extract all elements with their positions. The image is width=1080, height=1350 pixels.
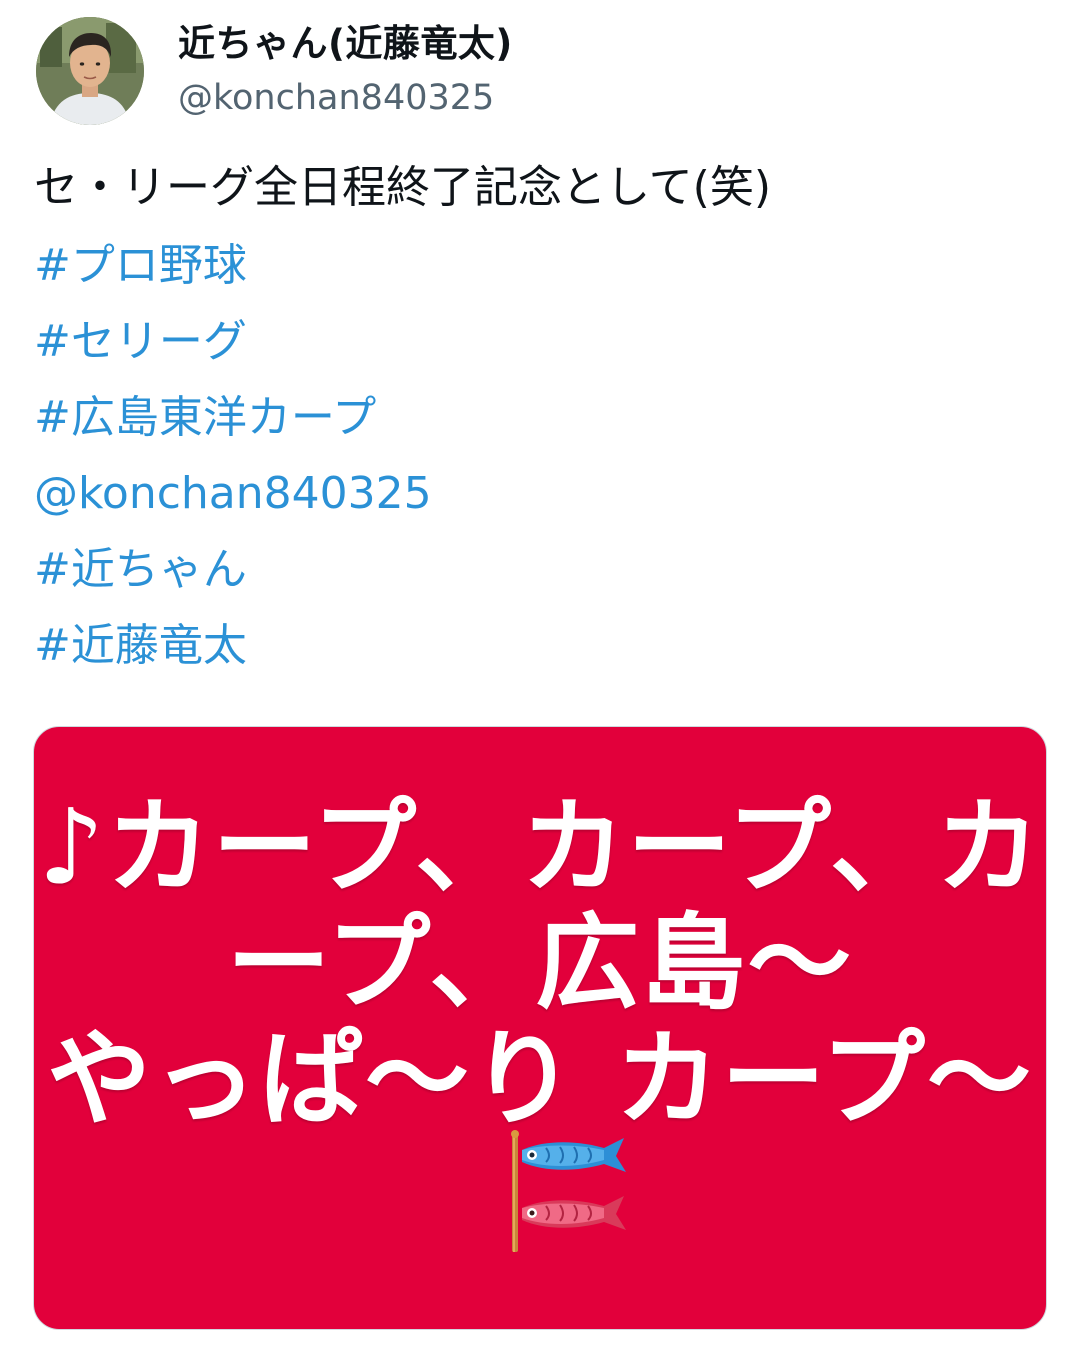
user-handle[interactable]: @konchan840325 — [178, 74, 513, 122]
media-text-line: ♪カープ、カープ、カ — [38, 786, 1042, 908]
display-name[interactable]: 近ちゃん(近藤竜太) — [178, 20, 513, 68]
hashtag-link[interactable]: #近藤竜太 — [34, 608, 1044, 684]
tweet-header: 近ちゃん(近藤竜太) @konchan840325 — [36, 16, 513, 126]
media-text-block: ♪カープ、カープ、カ ープ、広島〜 やっぱ〜り カープ〜 — [34, 789, 1046, 1137]
carp-streamer-icon — [504, 1130, 634, 1252]
hashtag-link[interactable]: #セリーグ — [34, 304, 1044, 380]
tweet-body: セ・リーグ全日程終了記念として(笑) #プロ野球 #セリーグ #広島東洋カープ … — [34, 150, 1044, 684]
hashtag-link[interactable]: #近ちゃん — [34, 532, 1044, 608]
hashtag-link[interactable]: #広島東洋カープ — [34, 380, 1044, 456]
hashtag-link[interactable]: #プロ野球 — [34, 228, 1044, 304]
tweet: 近ちゃん(近藤竜太) @konchan840325 セ・リーグ全日程終了記念とし… — [0, 0, 1080, 1350]
tweet-media-image[interactable]: ♪カープ、カープ、カ ープ、広島〜 やっぱ〜り カープ〜 — [33, 726, 1047, 1330]
media-text-line: ープ、広島〜 — [226, 902, 854, 1024]
avatar[interactable] — [36, 17, 144, 125]
author-names: 近ちゃん(近藤竜太) @konchan840325 — [178, 20, 513, 122]
media-text-line: やっぱ〜り カープ〜 — [47, 1018, 1033, 1140]
tweet-text: セ・リーグ全日程終了記念として(笑) — [34, 162, 772, 213]
mention-link[interactable]: @konchan840325 — [34, 456, 1044, 532]
